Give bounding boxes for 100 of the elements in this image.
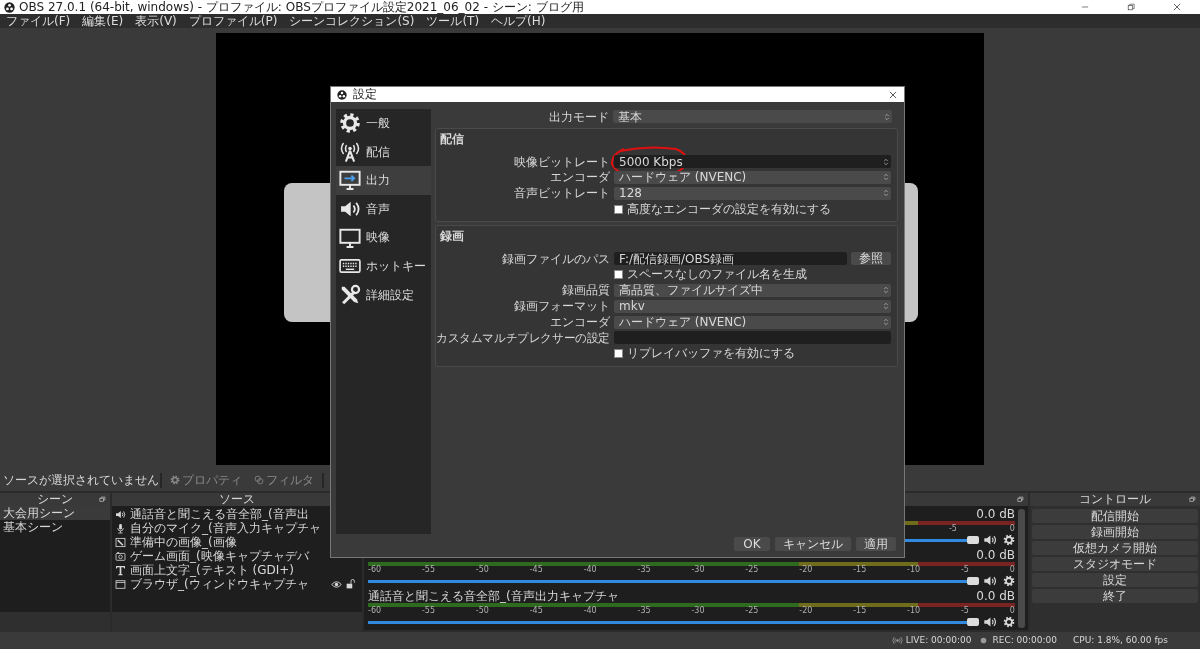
undock-icon[interactable]	[1189, 496, 1196, 503]
meter-tick-label: -55	[421, 607, 435, 615]
meter-tick-label: -55	[421, 566, 435, 574]
speaker-icon	[115, 508, 126, 520]
dropdown[interactable]: ハードウェア (NVENC)	[614, 171, 891, 184]
broadcast-icon	[891, 635, 903, 646]
antenna-icon	[339, 140, 361, 163]
control-button[interactable]: 録画開始	[1032, 525, 1198, 539]
path-field[interactable]: F:/配信録画/OBS録画	[614, 252, 847, 266]
menu-item[interactable]: ファイル(F)	[0, 14, 77, 28]
speaker-icon[interactable]	[983, 574, 997, 588]
filter-icon	[254, 475, 264, 486]
meter-tick-label: -25	[745, 566, 759, 574]
dialog-button[interactable]: OK	[734, 537, 770, 551]
settings-category[interactable]: 音声	[336, 194, 431, 224]
dropdown[interactable]: ハードウェア (NVENC)	[614, 315, 891, 329]
source-item[interactable]: 画面上文字_(テキスト (GDI+)	[130, 562, 294, 578]
settings-category[interactable]: 詳細設定	[336, 280, 431, 310]
menu-item[interactable]: 表示(V)	[129, 14, 183, 28]
control-button[interactable]: 配信開始	[1032, 509, 1198, 523]
visibility-icon[interactable]	[331, 578, 342, 590]
speaker-icon[interactable]	[983, 533, 997, 547]
live-status: LIVE: 00:00:00	[905, 635, 972, 646]
dropdown[interactable]: 128	[614, 186, 891, 200]
meter-tick-label: 0	[1009, 607, 1015, 615]
image-icon	[115, 536, 126, 548]
settings-category[interactable]: 配信	[336, 137, 431, 167]
source-item[interactable]: ブラウザ_(ウィンドウキャプチャ	[130, 576, 309, 592]
meter-tick-label: -15	[853, 607, 867, 615]
control-button[interactable]: 終了	[1032, 589, 1198, 603]
control-button[interactable]: 仮想カメラ開始	[1032, 541, 1198, 555]
field-label: エンコーダ	[550, 314, 610, 330]
dropdown[interactable]: 高品質、ファイルサイズ中	[614, 283, 891, 297]
meter-tick-label: -45	[529, 566, 543, 574]
group-title: 録画	[439, 229, 465, 241]
settings-category[interactable]: 一般	[336, 109, 431, 138]
scene-item[interactable]: 基本シーン	[0, 520, 110, 534]
control-button[interactable]: 設定	[1032, 573, 1198, 587]
source-item[interactable]: 通話音と聞こえる音全部_(音声出	[130, 506, 309, 522]
meter-tick-label: -50	[475, 607, 489, 615]
settings-icon[interactable]	[1003, 534, 1015, 546]
menu-item[interactable]: プロファイル(P)	[182, 14, 284, 28]
meter-tick-label: -20	[799, 607, 813, 615]
window-icon	[115, 578, 126, 590]
meter-tick-label: -25	[745, 607, 759, 615]
checkbox-label: リプレイバッファを有効にする	[627, 346, 795, 361]
meter-tick-label: -45	[529, 607, 543, 615]
source-item[interactable]: 準備中の画像_(画像	[130, 534, 237, 550]
meter-tick-label: -30	[691, 607, 705, 615]
settings-icon[interactable]	[1003, 616, 1015, 628]
source-item[interactable]: 自分のマイク_(音声入力キャプチャ	[130, 520, 321, 536]
settings-category[interactable]: ホットキー	[336, 251, 431, 281]
undock-icon[interactable]	[99, 496, 106, 503]
no-source-selected-label: ソースが選択されていません	[2, 473, 160, 488]
tools-icon	[339, 283, 361, 306]
source-item[interactable]: ゲーム画面_(映像キャプチャデバ	[130, 548, 309, 564]
rec-status: REC: 00:00:00	[992, 635, 1057, 646]
dock-title: コントロール	[1079, 492, 1151, 507]
meter-tick-label: -10	[907, 566, 921, 574]
menu-item[interactable]: ツール(T)	[420, 14, 486, 28]
meter-tick-label: -60	[368, 607, 382, 615]
meter-tick-label: -10	[907, 607, 921, 615]
checkbox[interactable]	[614, 270, 623, 280]
dock-title: シーン	[37, 492, 73, 507]
speaker-icon[interactable]	[983, 615, 997, 629]
restore-icon	[1126, 2, 1136, 12]
settings-category[interactable]: 映像	[336, 223, 431, 252]
field-label: 録画ファイルのパス	[502, 251, 610, 267]
menu-item[interactable]: シーンコレクション(S)	[283, 14, 421, 28]
camera-icon	[115, 550, 126, 562]
spinbox[interactable]: 5000 Kbps	[614, 155, 891, 169]
microphone-icon	[115, 522, 126, 534]
meter-tick-label: -30	[691, 566, 705, 574]
dropdown[interactable]: mkv	[614, 299, 891, 313]
window-title: OBS 27.0.1 (64-bit, windows) - プロファイル: OBSプロファイル設定2021_06_02 - シーン: ブログ用	[19, 0, 584, 15]
settings-icon[interactable]	[1003, 575, 1015, 587]
gear-icon	[339, 112, 361, 135]
meter-tick-label: -5	[948, 525, 957, 533]
checkbox[interactable]	[614, 349, 623, 359]
scrollbar[interactable]	[1018, 509, 1025, 628]
browse-button[interactable]: 参照	[851, 252, 891, 266]
settings-category[interactable]: 出力	[336, 166, 431, 195]
menu-item[interactable]: 編集(E)	[76, 14, 130, 28]
cpu-status: CPU: 1.8%, 60.00 fps	[1073, 635, 1168, 646]
dropdown[interactable]: 基本	[613, 110, 892, 124]
field-label: 録画フォーマット	[514, 299, 610, 314]
menu-item[interactable]: ヘルプ(H)	[485, 14, 552, 28]
dialog-button[interactable]: 適用	[856, 537, 896, 551]
dialog-button[interactable]: キャンセル	[775, 537, 851, 551]
dialog-title: 設定	[353, 87, 377, 102]
monitor-arrow-icon	[339, 169, 361, 192]
control-button[interactable]: スタジオモード	[1032, 557, 1198, 571]
field-label: 映像ビットレート	[514, 154, 610, 169]
undock-icon[interactable]	[1017, 496, 1024, 503]
group-title: 配信	[439, 131, 465, 144]
meter-tick-label: 0	[1009, 566, 1015, 574]
unlock-icon[interactable]	[346, 578, 356, 589]
checkbox[interactable]	[614, 204, 623, 214]
gear-icon	[170, 475, 180, 486]
scene-item[interactable]: 大会用シーン	[0, 506, 110, 520]
